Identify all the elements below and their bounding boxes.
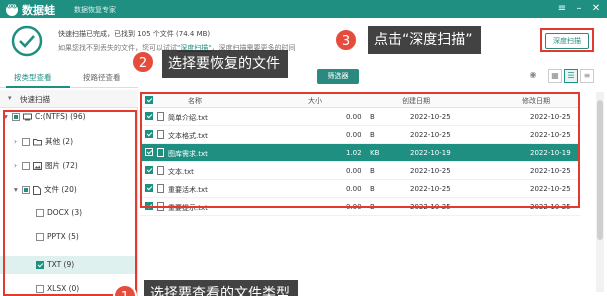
quick-scan-label: 快速扫描: [20, 95, 50, 104]
close-icon[interactable]: ✕: [589, 2, 603, 16]
app-subtitle: 数据恢复专家: [74, 6, 116, 14]
highlight-file-types: [3, 110, 137, 296]
scan-hint-prefix: 如果您找不到丢失的文件，您可以试试: [58, 44, 177, 52]
chevron-down-icon: ▾: [8, 94, 12, 102]
view-tabs: 按类型查看 按路径查看: [0, 66, 138, 88]
scrollbar-thumb[interactable]: [597, 100, 603, 240]
scan-summary: 快速扫描已完成，已找到 105 个文件 (74.4 MB): [58, 30, 211, 38]
tab-by-path[interactable]: 按路径查看: [83, 72, 121, 83]
app-logo-icon: [6, 3, 18, 16]
minimize-icon[interactable]: –: [572, 2, 586, 16]
preview-eye-icon[interactable]: ◉: [526, 69, 540, 83]
filter-button[interactable]: 筛选器: [317, 69, 359, 84]
grid-view-icon[interactable]: ▦: [548, 69, 562, 83]
step-3-badge: 3: [334, 28, 358, 52]
highlight-file-list: [140, 92, 580, 208]
step-1-callout: 选择要查看的文件类型: [144, 280, 298, 296]
step-2-badge: 2: [131, 50, 155, 74]
title-bar: 数据蛙 数据恢复专家 ≡ – ✕: [0, 0, 607, 18]
step-3-callout: 点击“深度扫描”: [368, 26, 481, 54]
list-view-icon[interactable]: ☰: [564, 69, 578, 83]
detail-view-icon[interactable]: ≡: [580, 69, 594, 83]
step-2-callout: 选择要恢复的文件: [162, 50, 288, 78]
tab-by-type[interactable]: 按类型查看: [14, 72, 52, 83]
scan-complete-icon: [11, 25, 43, 57]
app-name: 数据蛙: [22, 4, 55, 17]
menu-icon[interactable]: ≡: [555, 2, 569, 16]
active-tab-indicator: [6, 86, 70, 88]
highlight-deep-scan: [540, 28, 594, 52]
quick-scan-header[interactable]: ▾ 快速扫描: [0, 90, 138, 108]
